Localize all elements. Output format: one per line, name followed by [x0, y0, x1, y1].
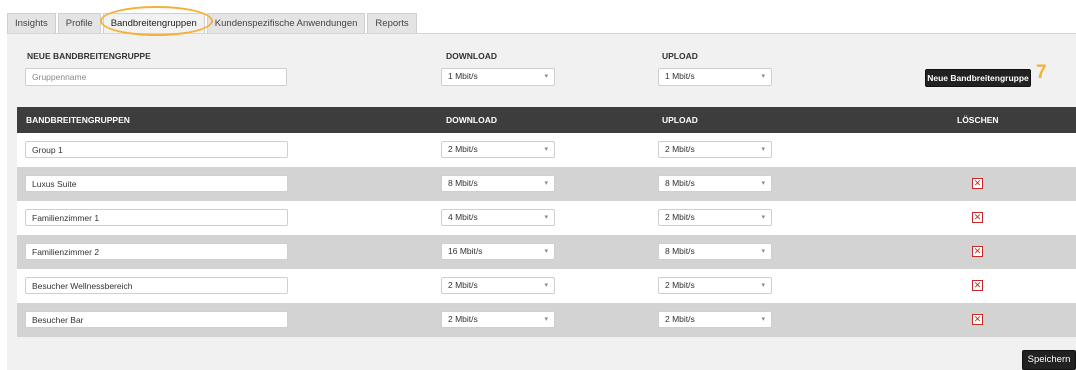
- table-row: 4 Mbit/s ▾ 2 Mbit/s ▾ ✕: [17, 201, 1076, 235]
- download-select[interactable]: 2 Mbit/s ▾: [441, 141, 555, 158]
- upload-value: 2 Mbit/s: [665, 280, 695, 290]
- chevron-down-icon: ▾: [544, 73, 548, 80]
- table-row: 2 Mbit/s ▾ 2 Mbit/s ▾: [17, 133, 1076, 167]
- table-row: 2 Mbit/s ▾ 2 Mbit/s ▾ ✕: [17, 303, 1076, 337]
- tab-profile[interactable]: Profile: [57, 13, 101, 33]
- table-row: 8 Mbit/s ▾ 8 Mbit/s ▾ ✕: [17, 167, 1076, 201]
- new-download-value: 1 Mbit/s: [448, 71, 478, 81]
- table-row: 16 Mbit/s ▾ 8 Mbit/s ▾ ✕: [17, 235, 1076, 269]
- new-upload-select[interactable]: 1 Mbit/s ▾: [658, 68, 772, 86]
- delete-icon[interactable]: ✕: [972, 280, 983, 291]
- download-select[interactable]: 2 Mbit/s ▾: [441, 277, 555, 294]
- chevron-down-icon: ▾: [761, 146, 765, 153]
- upload-value: 2 Mbit/s: [665, 144, 695, 154]
- download-value: 2 Mbit/s: [448, 144, 478, 154]
- download-select[interactable]: 2 Mbit/s ▾: [441, 311, 555, 328]
- chevron-down-icon: ▾: [544, 248, 548, 255]
- chevron-down-icon: ▾: [544, 180, 548, 187]
- header-groups: BANDBREITENGRUPPEN: [26, 115, 130, 125]
- group-name-input[interactable]: [25, 68, 287, 86]
- download-select[interactable]: 4 Mbit/s ▾: [441, 209, 555, 226]
- header-download: DOWNLOAD: [446, 115, 497, 125]
- chevron-down-icon: ▾: [544, 316, 548, 323]
- delete-icon[interactable]: ✕: [972, 246, 983, 257]
- delete-icon[interactable]: ✕: [972, 178, 983, 189]
- download-select[interactable]: 16 Mbit/s ▾: [441, 243, 555, 260]
- upload-select[interactable]: 2 Mbit/s ▾: [658, 277, 772, 294]
- tab-kundenspezifische-anwendungen[interactable]: Kundenspezifische Anwendungen: [206, 13, 366, 33]
- download-value: 2 Mbit/s: [448, 314, 478, 324]
- table-header: BANDBREITENGRUPPEN DOWNLOAD UPLOAD LÖSCH…: [17, 107, 1076, 133]
- chevron-down-icon: ▾: [761, 282, 765, 289]
- download-value: 16 Mbit/s: [448, 246, 483, 256]
- tab-insights[interactable]: Insights: [7, 13, 56, 33]
- tab-bandbreitengruppen[interactable]: Bandbreitengruppen: [102, 13, 205, 33]
- chevron-down-icon: ▾: [761, 180, 765, 187]
- upload-select[interactable]: 2 Mbit/s ▾: [658, 311, 772, 328]
- delete-icon[interactable]: ✕: [972, 212, 983, 223]
- new-group-title: NEUE BANDBREITENGRUPPE: [27, 51, 151, 61]
- chevron-down-icon: ▾: [761, 73, 765, 80]
- chevron-down-icon: ▾: [544, 282, 548, 289]
- chevron-down-icon: ▾: [544, 214, 548, 221]
- new-upload-label: UPLOAD: [662, 51, 698, 61]
- tab-bar: Insights Profile Bandbreitengruppen Kund…: [7, 13, 419, 33]
- group-name-field[interactable]: [25, 243, 288, 260]
- delete-icon[interactable]: ✕: [972, 314, 983, 325]
- chevron-down-icon: ▾: [761, 214, 765, 221]
- step-marker: 7: [1036, 62, 1047, 83]
- group-name-field[interactable]: [25, 311, 288, 328]
- chevron-down-icon: ▾: [544, 146, 548, 153]
- upload-value: 2 Mbit/s: [665, 212, 695, 222]
- group-name-field[interactable]: [25, 209, 288, 226]
- upload-select[interactable]: 2 Mbit/s ▾: [658, 141, 772, 158]
- table-row: 2 Mbit/s ▾ 2 Mbit/s ▾ ✕: [17, 269, 1076, 303]
- add-group-button[interactable]: Neue Bandbreitengruppe: [925, 69, 1031, 87]
- download-value: 4 Mbit/s: [448, 212, 478, 222]
- upload-value: 8 Mbit/s: [665, 246, 695, 256]
- new-download-label: DOWNLOAD: [446, 51, 497, 61]
- upload-select[interactable]: 8 Mbit/s ▾: [658, 243, 772, 260]
- upload-select[interactable]: 2 Mbit/s ▾: [658, 209, 772, 226]
- chevron-down-icon: ▾: [761, 316, 765, 323]
- upload-value: 2 Mbit/s: [665, 314, 695, 324]
- new-download-select[interactable]: 1 Mbit/s ▾: [441, 68, 555, 86]
- new-upload-value: 1 Mbit/s: [665, 71, 695, 81]
- tab-reports[interactable]: Reports: [367, 13, 417, 33]
- group-name-field[interactable]: [25, 175, 288, 192]
- header-delete: LÖSCHEN: [957, 115, 999, 125]
- group-name-field[interactable]: [25, 141, 288, 158]
- upload-value: 8 Mbit/s: [665, 178, 695, 188]
- chevron-down-icon: ▾: [761, 248, 765, 255]
- download-value: 8 Mbit/s: [448, 178, 478, 188]
- header-upload: UPLOAD: [662, 115, 698, 125]
- download-value: 2 Mbit/s: [448, 280, 478, 290]
- save-button[interactable]: Speichern: [1022, 350, 1076, 370]
- group-name-field[interactable]: [25, 277, 288, 294]
- download-select[interactable]: 8 Mbit/s ▾: [441, 175, 555, 192]
- upload-select[interactable]: 8 Mbit/s ▾: [658, 175, 772, 192]
